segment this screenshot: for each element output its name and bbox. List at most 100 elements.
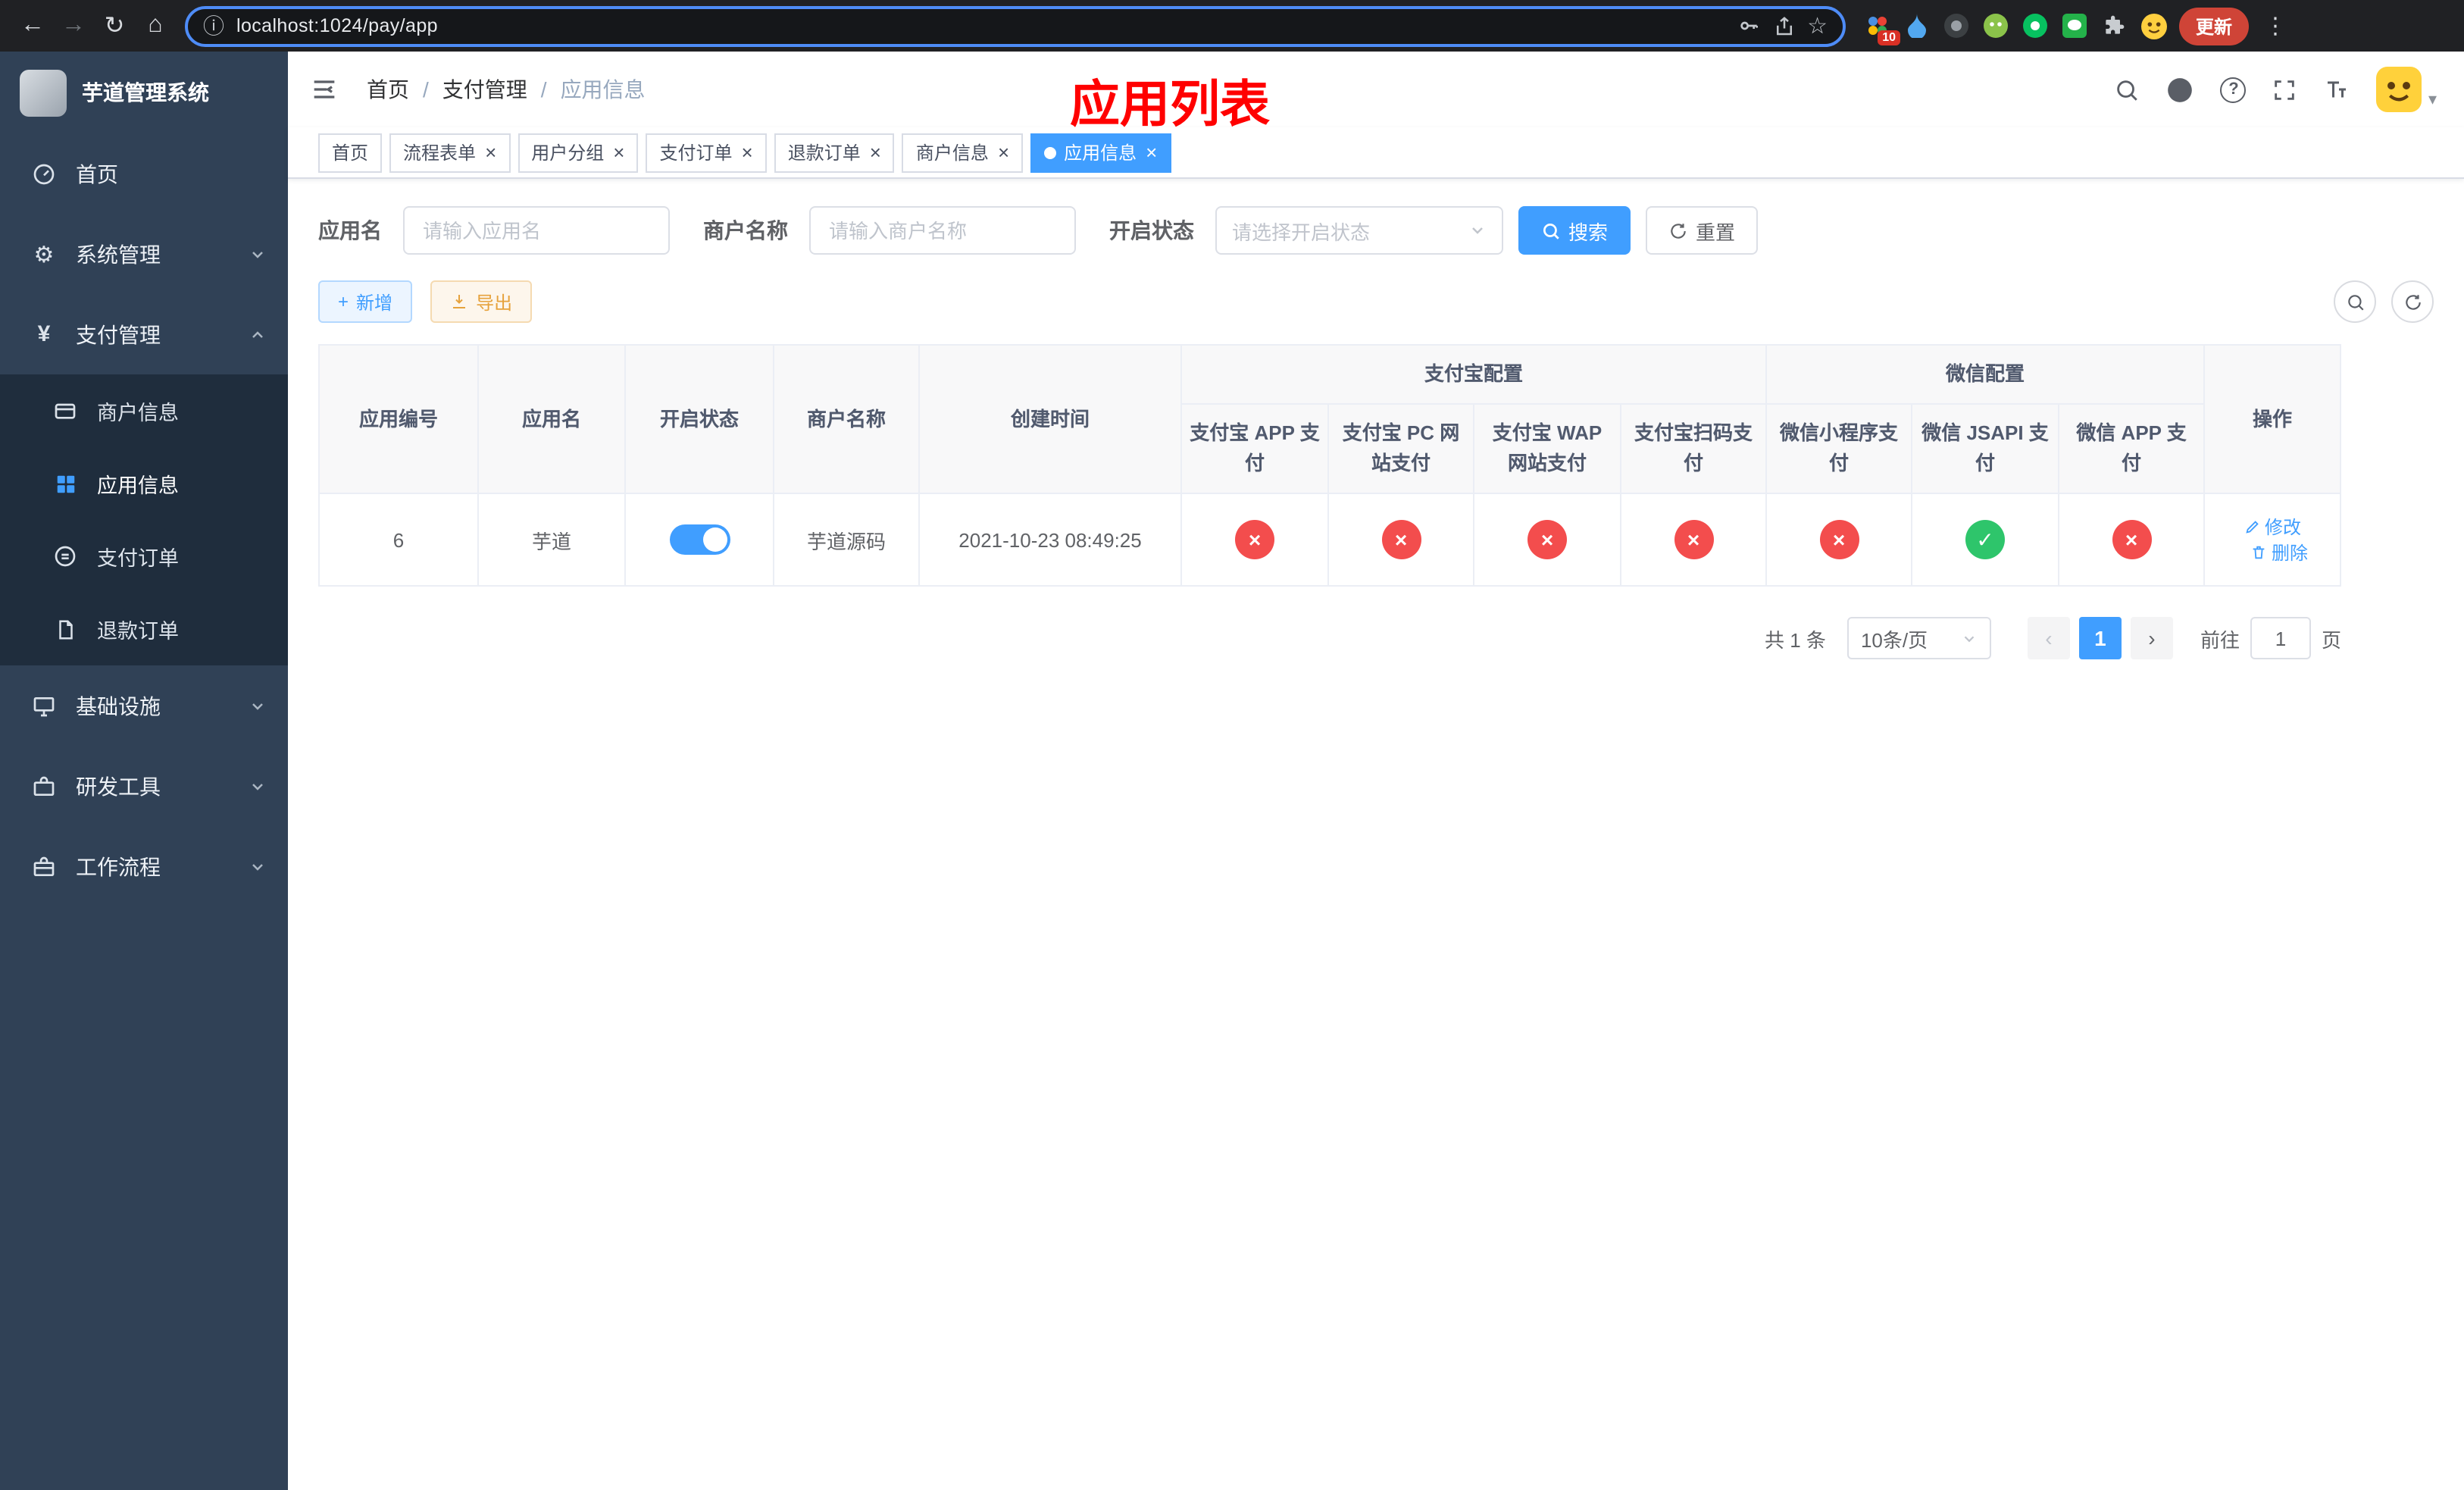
app-logo-row[interactable]: 芋道管理系统 [0,52,288,133]
breadcrumb-current: 应用信息 [560,77,646,102]
tab-home[interactable]: 首页 [318,133,383,172]
cell-app-name: 芋道 [477,493,626,587]
close-icon[interactable]: × [742,142,753,162]
page-number-button[interactable]: 1 [2078,617,2122,659]
pagination-total: 共 1 条 [1765,628,1826,651]
sidebar-item-app-info[interactable]: 应用信息 [0,447,288,520]
close-icon[interactable]: × [613,142,624,162]
alipay-qr-status-icon: × [1674,520,1713,559]
browser-update-button[interactable]: 更新 [2179,7,2250,45]
sidebar-item-label: 商户信息 [97,402,179,424]
tab-pay-order[interactable]: 支付订单 × [646,133,767,172]
close-icon[interactable]: × [998,142,1009,162]
col-group-wechat: 微信配置 [1765,344,2206,405]
prev-page-button[interactable]: ‹ [2027,617,2070,659]
next-page-button[interactable]: › [2130,617,2173,659]
grid-icon [52,472,79,495]
home-icon[interactable]: ⌂ [135,5,176,46]
avatar-caret-icon: ▾ [2428,91,2437,109]
status-switch[interactable] [669,524,730,555]
refresh-button[interactable] [2391,280,2434,323]
export-button[interactable]: 导出 [430,280,533,323]
trash-icon [2253,546,2265,559]
edit-link[interactable]: 修改 [2244,514,2301,540]
forward-icon[interactable]: → [53,5,94,46]
search-button[interactable]: 搜索 [1518,206,1631,255]
profile-avatar-icon[interactable] [2140,12,2167,39]
search-icon[interactable] [2115,77,2140,102]
status-select[interactable]: 请选择开启状态 [1215,206,1503,255]
site-info-icon[interactable]: ⓘ [203,11,224,41]
sidebar-item-dev-tools[interactable]: 研发工具 [0,746,288,826]
extension-icon-6[interactable] [2061,12,2088,39]
sidebar-item-pay-order[interactable]: 支付订单 [0,520,288,593]
sidebar: 芋道管理系统 首页 ⚙ 系统管理 ¥ 支付管理 商户信息 应用信息 支付订单 退… [0,52,288,1490]
sidebar-item-home[interactable]: 首页 [0,133,288,214]
extension-icon-2[interactable] [1903,12,1931,39]
chevron-down-icon [249,245,267,263]
sidebar-item-merchant-info[interactable]: 商户信息 [0,374,288,447]
delete-link[interactable]: 删除 [2250,540,2308,565]
sidebar-item-label: 研发工具 [76,774,161,798]
col-wx-app: 微信 APP 支付 [2058,403,2206,494]
tab-process-form[interactable]: 流程表单 × [389,133,511,172]
extension-icon-1[interactable]: 10 [1864,12,1900,45]
extensions-puzzle-icon[interactable] [2100,12,2128,39]
browser-menu-icon[interactable]: ⋮ [2264,12,2287,39]
fullscreen-icon[interactable] [2272,77,2298,102]
chevron-down-icon [1468,221,1487,239]
tab-refund-order[interactable]: 退款订单 × [774,133,895,172]
goto-page-input[interactable] [2250,617,2311,659]
address-bar[interactable]: ⓘ localhost:1024/pay/app ☆ [185,5,1846,46]
download-icon [453,295,466,308]
close-icon[interactable]: × [1146,142,1157,162]
close-icon[interactable]: × [485,142,496,162]
reload-icon[interactable]: ↻ [94,5,135,46]
back-icon[interactable]: ← [12,5,53,46]
extension-icon-4[interactable] [1982,12,2009,39]
col-alipay-qr: 支付宝扫码支付 [1619,403,1768,494]
sidebar-item-label: 基础设施 [76,693,161,718]
extension-icon-3[interactable] [1943,12,1970,39]
sidebar-item-infra[interactable]: 基础设施 [0,665,288,746]
sidebar-item-system[interactable]: ⚙ 系统管理 [0,214,288,294]
sidebar-item-workflow[interactable]: 工作流程 [0,826,288,906]
font-size-icon[interactable] [2324,76,2351,103]
add-button[interactable]: + 新增 [318,280,413,323]
toggle-search-button[interactable] [2334,280,2376,323]
gear-icon: ⚙ [33,242,55,268]
tab-merchant-info[interactable]: 商户信息 × [902,133,1024,172]
user-avatar[interactable]: ▾ [2376,67,2437,112]
col-status: 开启状态 [624,344,774,494]
wx-app-status-icon: × [2112,520,2152,559]
page-annotation-title: 应用列表 [1070,76,1270,132]
alipay-wap-status-icon: × [1527,520,1567,559]
pencil-icon [2245,521,2258,534]
sidebar-item-refund-order[interactable]: 退款订单 [0,593,288,665]
breadcrumb-home[interactable]: 首页 [367,74,409,105]
credit-card-icon [52,399,79,423]
merchant-name-input[interactable] [809,206,1076,255]
url-text[interactable]: localhost:1024/pay/app [236,15,1724,36]
tab-app-info[interactable]: 应用信息 × [1030,133,1171,172]
app-name-input[interactable] [403,206,670,255]
tab-user-group[interactable]: 用户分组 × [518,133,639,172]
alipay-pc-status-icon: × [1381,520,1421,559]
reset-button[interactable]: 重置 [1646,206,1759,255]
sidebar-item-pay[interactable]: ¥ 支付管理 [0,294,288,374]
page-size-select[interactable]: 10条/页 [1846,617,1991,659]
navbar-actions: ? ▾ [2115,67,2437,112]
share-icon[interactable] [1772,14,1795,37]
close-icon[interactable]: × [870,142,881,162]
password-key-icon[interactable] [1736,14,1760,38]
col-group-alipay: 支付宝配置 [1180,344,1768,405]
github-icon[interactable] [2166,75,2195,104]
plus-icon: + [338,291,349,312]
col-alipay-app: 支付宝 APP 支付 [1180,403,1329,494]
extension-icon-5[interactable] [2022,12,2049,39]
help-icon[interactable]: ? [2220,77,2247,102]
sidebar-collapse-icon[interactable] [309,74,339,105]
breadcrumb-section[interactable]: 支付管理 [442,74,527,105]
bookmark-star-icon[interactable]: ☆ [1807,12,1828,39]
col-alipay-pc: 支付宝 PC 网站支付 [1327,403,1474,494]
